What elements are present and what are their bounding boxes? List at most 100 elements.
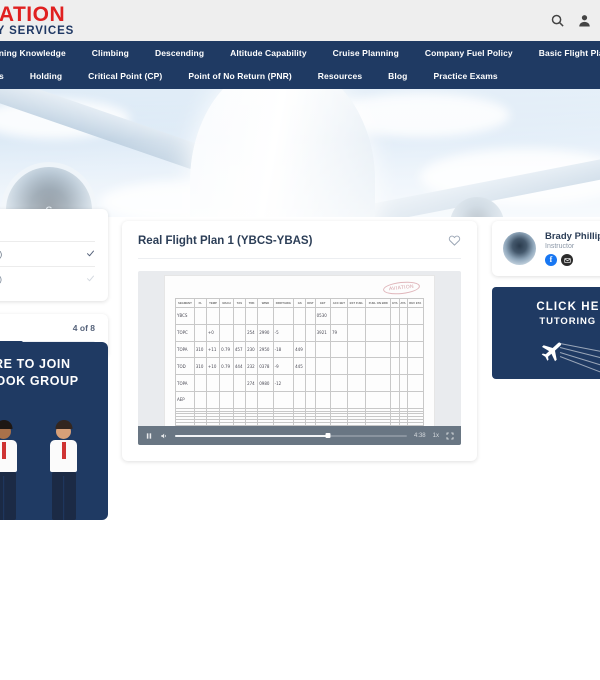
flight-plan-cell (257, 390, 274, 409)
top-bar-actions (550, 0, 592, 41)
flight-plan-cell (293, 390, 307, 409)
flight-plan-cell (390, 340, 400, 359)
flight-plan-cell: 254 (245, 323, 259, 342)
flight-plan-cell: 0530 (314, 307, 332, 325)
flight-plan-cell (390, 357, 400, 376)
flight-plan-cell: 230 (245, 340, 259, 359)
flight-plan-cell (398, 340, 408, 359)
seek-progress (175, 434, 329, 437)
facebook-banner-line2: CEBOOK GROUP (0, 373, 79, 388)
instructor-details: Brady Phillips Instructor f (545, 231, 600, 266)
flight-plan-cell (314, 357, 332, 376)
page-content: Plans (YBCS-YBAS) (YPAD-YPPH) 4 of 8 HERE… (0, 209, 600, 680)
table-row: TOD 310 +10 0.79 444 232 0378 -9 445 (175, 357, 425, 376)
flight-plan-cell (305, 374, 316, 392)
check-icon (86, 249, 95, 260)
nav-item-t-planning-knowledge[interactable]: t Planning Knowledge (0, 41, 79, 58)
flight-plan-cell (245, 307, 259, 325)
tutoring-cta-banner[interactable]: CLICK HERE TUTORING SU (492, 287, 600, 379)
table-row: TOPA 274 0980 -12 (175, 374, 425, 392)
nav-item-practice-exams[interactable]: Practice Exams (420, 64, 510, 81)
flight-plan-cell (406, 340, 425, 359)
flight-plan-cell: -18 (272, 340, 295, 359)
site-logo[interactable]: VIATION ORY SERVICES (0, 4, 74, 38)
page-title: Real Flight Plan 1 (YBCS-YBAS) (138, 234, 313, 247)
seek-handle[interactable] (325, 433, 331, 438)
lesson-card: Real Flight Plan 1 (YBCS-YBAS) AVIATION … (122, 221, 477, 461)
envelope-icon[interactable] (561, 254, 573, 266)
flight-plan-segment: TOPC (175, 323, 195, 342)
left-sidebar: Plans (YBCS-YBAS) (YPAD-YPPH) 4 of 8 (0, 209, 108, 357)
flight-plan-cell: 0378 (257, 357, 274, 376)
nav-item-point-of-no-return-pnr[interactable]: Point of No Return (PNR) (175, 64, 304, 81)
nav-item-blog[interactable]: Blog (375, 64, 420, 81)
flight-plan-cell: -9 (272, 357, 295, 376)
flight-plan-cell (390, 374, 400, 392)
nav-item-resources[interactable]: Resources (305, 64, 375, 81)
nav-item-company-fuel-policy[interactable]: Company Fuel Policy (412, 41, 526, 58)
flight-plan-cell (219, 374, 234, 392)
sidebar-item-label: (YBCS-YBAS) (0, 250, 2, 259)
hero-fuselage (190, 89, 375, 217)
flight-plan-col-header: ACC EET (330, 298, 348, 308)
nav-item-holding[interactable]: Holding (17, 64, 75, 81)
instructor-role: Instructor (545, 243, 575, 250)
flight-plan-cell (365, 340, 392, 359)
flight-plan-cell (390, 323, 400, 342)
nav-item-descending[interactable]: Descending (142, 41, 217, 58)
flight-plan-cell (305, 307, 316, 325)
nav-item-altitude-capability[interactable]: Altitude Capability (217, 41, 320, 58)
fullscreen-icon[interactable] (446, 432, 454, 440)
flight-plan-cell: 0.79 (219, 340, 234, 359)
flight-plan-cell (330, 390, 348, 409)
video-surface[interactable]: AVIATION SEGMENT FL TEMP MACH TAS TRK WIND DRIF… (138, 271, 461, 445)
flight-plan-segment: TOPA (175, 374, 195, 392)
flight-plan-cell (193, 374, 207, 392)
nav-item-critical-point-cp[interactable]: Critical Point (CP) (75, 64, 175, 81)
flight-plan-cell (346, 340, 367, 359)
flight-plan-cell (365, 374, 392, 392)
flight-plan-cell (293, 374, 307, 392)
nav-item-cruise-planning[interactable]: Cruise Planning (320, 41, 412, 58)
playback-speed-button[interactable]: 1x (433, 433, 439, 439)
flight-plan-cell (305, 323, 316, 342)
flight-plan-cell (406, 323, 425, 342)
flight-plan-cell (232, 323, 247, 342)
video-player: AVIATION SEGMENT FL TEMP MACH TAS TRK WIND DRIF… (138, 258, 461, 445)
flight-plan-cell (305, 357, 316, 376)
flight-plan-cell (365, 323, 392, 342)
pause-icon[interactable] (145, 432, 153, 440)
flight-plan-cell (232, 374, 247, 392)
flight-plan-header-row: SEGMENT FL TEMP MACH TAS TRK WIND DRIFT/HDG GS DI… (175, 298, 425, 308)
flight-plan-col-header: TEMP (205, 298, 221, 308)
nav-item-s[interactable]: s (0, 64, 17, 81)
sidebar-item-1[interactable]: (YBCS-YBAS) (0, 241, 95, 266)
nav-item-basic-flight-plans[interactable]: Basic Flight Plans (526, 41, 600, 58)
flight-plan-cell (346, 374, 367, 392)
volume-icon[interactable] (160, 432, 168, 440)
facebook-group-banner[interactable]: HERE TO JOIN CEBOOK GROUP (0, 342, 108, 520)
heart-icon[interactable] (448, 234, 461, 247)
nav-item-climbing[interactable]: Climbing (79, 41, 142, 58)
flight-plan-cell: +10 (205, 357, 221, 376)
flight-plan-cell (365, 390, 392, 409)
flight-plan-cell (205, 307, 221, 325)
search-icon[interactable] (550, 13, 565, 28)
avatar (503, 232, 536, 265)
instructor-name: Brady Phillips (545, 231, 600, 242)
top-bar: VIATION ORY SERVICES (0, 0, 600, 41)
flight-plan-cell (305, 390, 316, 409)
sidebar-item-2[interactable]: (YPAD-YPPH) (0, 266, 95, 291)
flight-plan-cell (346, 307, 367, 325)
flight-plan-col-header: ETA (390, 298, 400, 308)
lesson-list-title: Plans (0, 220, 95, 241)
flight-plan-cell (193, 307, 207, 325)
facebook-icon[interactable]: f (545, 254, 557, 266)
user-icon[interactable] (577, 13, 592, 28)
seek-bar[interactable] (175, 431, 407, 441)
lesson-card-header: Real Flight Plan 1 (YBCS-YBAS) (138, 234, 461, 258)
flight-plan-cell: 2950 (257, 340, 274, 359)
flight-plan-cell: 457 (232, 340, 247, 359)
flight-plan-cell: 444 (232, 357, 247, 376)
flight-plan-cell (219, 307, 234, 325)
